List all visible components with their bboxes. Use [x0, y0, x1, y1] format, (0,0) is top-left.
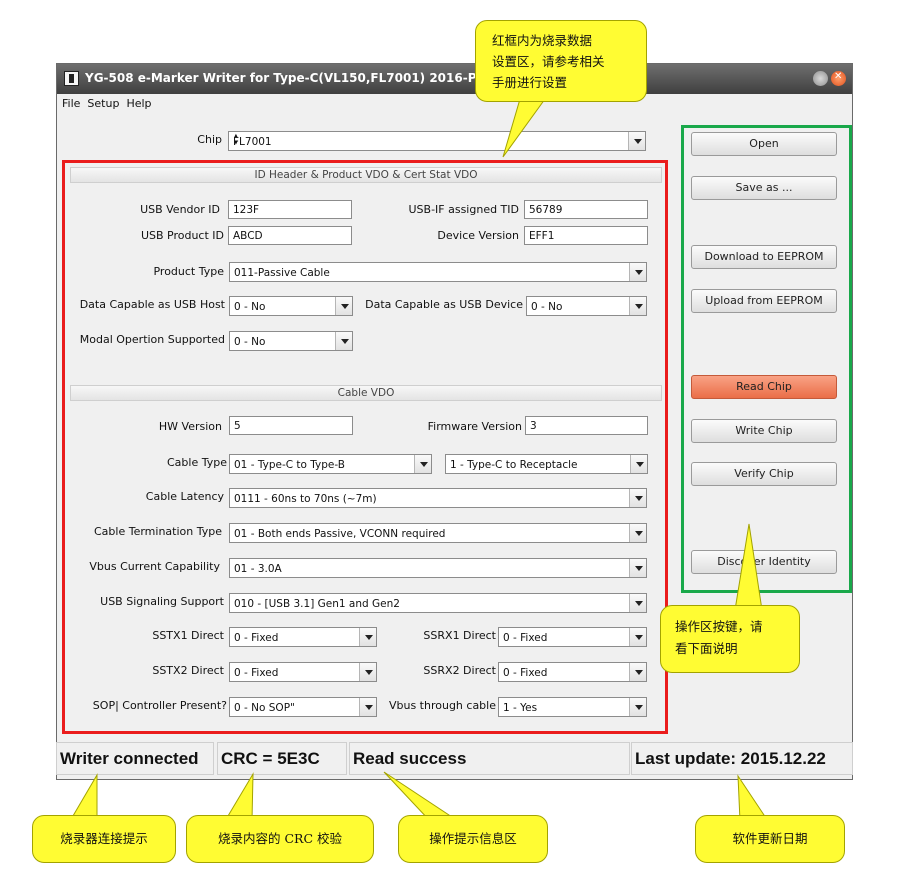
message-callout-pointer [383, 771, 460, 822]
buttons-callout-line2: 看下面说明 [675, 641, 738, 656]
red-area-callout-line2: 设置区，请参考相关 [492, 54, 605, 69]
callout-pointers [69, 98, 769, 822]
message-callout: 操作提示信息区 [398, 815, 548, 863]
red-area-callout-pointer [502, 98, 546, 158]
red-area-callout: 红框内为烧录数据 设置区，请参考相关 手册进行设置 [475, 20, 647, 102]
red-area-callout-line1: 红框内为烧录数据 [492, 33, 593, 48]
crc-callout: 烧录内容的 CRC 校验 [186, 815, 374, 863]
update-callout: 软件更新日期 [695, 815, 845, 863]
buttons-callout-line1: 操作区按键，请 [675, 619, 763, 634]
writer-callout: 烧录器连接提示 [32, 815, 176, 863]
red-area-callout-line3: 手册进行设置 [492, 75, 568, 90]
buttons-callout: 操作区按键，请 看下面说明 [660, 605, 800, 673]
crc-callout-pointer [224, 772, 254, 822]
buttons-callout-pointer [734, 523, 763, 611]
